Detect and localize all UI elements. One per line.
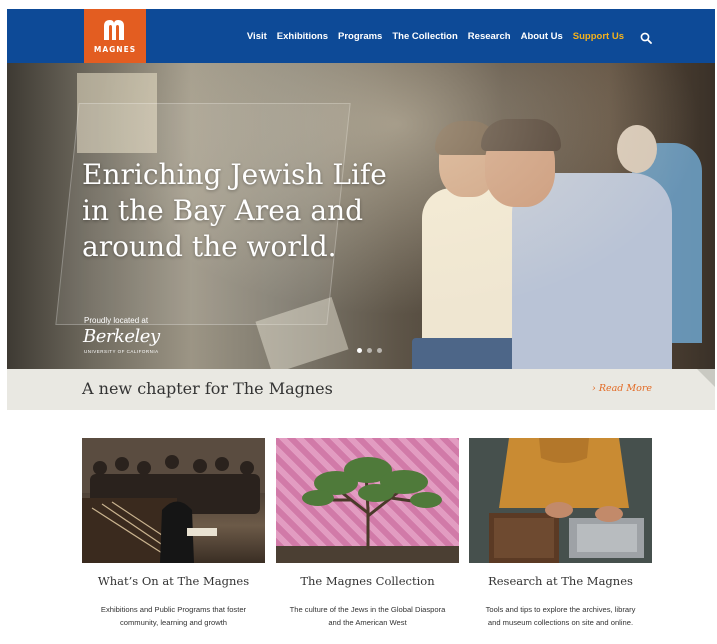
hero-headline: Enriching Jewish Life in the Bay Area an…: [82, 158, 387, 263]
nav-programs[interactable]: Programs: [338, 31, 382, 42]
hero-located-label: Proudly located at: [84, 316, 149, 325]
card-desc-line: Tools and tips to explore the archives, …: [485, 605, 636, 614]
card-image-collection[interactable]: [276, 438, 459, 563]
whats-on-photo: [82, 438, 265, 563]
card-whats-on[interactable]: What’s On at The Magnes Exhibitions and …: [82, 438, 265, 627]
card-collection[interactable]: The Magnes Collection The culture of the…: [276, 438, 459, 627]
announcement-banner: A new chapter for The Magnes › Read More: [7, 369, 715, 410]
carousel-pagination: [357, 348, 382, 353]
card-title-whats-on[interactable]: What’s On at The Magnes: [82, 574, 265, 588]
berkeley-logo[interactable]: Berkeley: [83, 326, 160, 347]
nav-about-us[interactable]: About Us: [521, 31, 563, 42]
logo-wordmark: MAGNES: [93, 45, 137, 54]
card-desc-line: and museum collections on site and onlin…: [487, 618, 634, 627]
nav-the-collection[interactable]: The Collection: [392, 31, 457, 42]
collection-photo: [276, 457, 459, 563]
card-image-research[interactable]: [469, 438, 652, 563]
site-header: MAGNES Visit Exhibitions Programs The Co…: [7, 9, 715, 63]
nav-support-us[interactable]: Support Us: [573, 31, 624, 42]
main-nav: Visit Exhibitions Programs The Collectio…: [247, 9, 652, 63]
card-research[interactable]: Research at The Magnes Tools and tips to…: [469, 438, 652, 627]
card-desc-line: The culture of the Jews in the Global Di…: [289, 605, 446, 614]
card-title-research[interactable]: Research at The Magnes: [469, 574, 652, 588]
carousel-dot-1[interactable]: [357, 348, 362, 353]
page: MAGNES Visit Exhibitions Programs The Co…: [0, 0, 717, 644]
card-desc-collection: The culture of the Jews in the Global Di…: [266, 603, 469, 629]
card-image-whats-on[interactable]: [82, 438, 265, 563]
hero-carousel[interactable]: Enriching Jewish Life in the Bay Area an…: [7, 63, 715, 369]
berkeley-logo-subtitle: UNIVERSITY OF CALIFORNIA: [84, 349, 159, 354]
magnes-logo[interactable]: MAGNES: [84, 9, 146, 63]
nav-visit[interactable]: Visit: [247, 31, 267, 42]
card-desc-line: and the American West: [328, 618, 407, 627]
card-title-collection[interactable]: The Magnes Collection: [276, 574, 459, 588]
nav-exhibitions[interactable]: Exhibitions: [277, 31, 328, 42]
card-desc-whats-on: Exhibitions and Public Programs that fos…: [72, 603, 275, 629]
search-icon[interactable]: [640, 32, 652, 44]
card-desc-line: Exhibitions and Public Programs that fos…: [100, 605, 247, 614]
banner-title: A new chapter for The Magnes: [82, 379, 333, 398]
card-desc-research: Tools and tips to explore the archives, …: [459, 603, 662, 629]
carousel-dot-2[interactable]: [367, 348, 372, 353]
nav-research[interactable]: Research: [468, 31, 511, 42]
card-desc-line: community, learning and growth: [119, 618, 228, 627]
read-more-link[interactable]: › Read More: [592, 383, 652, 394]
research-photo: [469, 438, 652, 563]
carousel-dot-3[interactable]: [377, 348, 382, 353]
banner-corner-fold: [697, 369, 715, 387]
magnes-logo-icon: [104, 20, 124, 40]
